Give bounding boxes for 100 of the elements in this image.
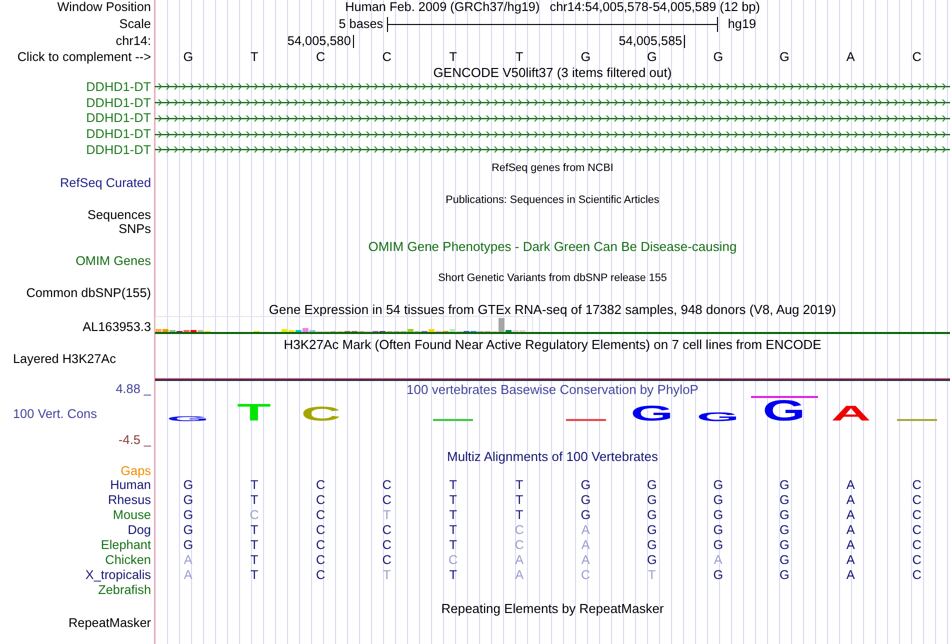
track-title: Publications: Sequences in Scientific Articles [446, 194, 660, 206]
aligned-base: C [382, 492, 392, 508]
axis-max-label: 4.88 _ [116, 382, 151, 396]
aligned-base: A [581, 522, 590, 538]
base-letter[interactable]: T [250, 50, 258, 65]
aligned-base: T [250, 568, 258, 583]
aligned-base: G [779, 478, 790, 493]
aligned-base: C [912, 552, 922, 568]
row-label: Scale [119, 16, 151, 32]
aligned-base: G [646, 552, 657, 568]
aligned-base: A [515, 552, 524, 568]
aligned-base: T [382, 568, 391, 583]
assembly-name: Human Feb. 2009 (GRCh37/hg19) [345, 0, 540, 15]
aligned-base: T [515, 492, 524, 508]
aligned-base: C [316, 478, 326, 493]
gene-label[interactable]: DDHD1-DT [86, 111, 151, 126]
aligned-base: C [581, 568, 590, 583]
aligned-base: A [515, 568, 524, 583]
base-letter[interactable]: G [646, 50, 657, 65]
aligned-base: G [779, 522, 790, 538]
species-label: Zebrafish [98, 583, 151, 598]
row-label: Click to complement --> [17, 50, 151, 65]
base-letter[interactable]: A [846, 50, 855, 65]
aligned-base: C [316, 552, 326, 568]
track-label[interactable]: RepeatMasker [68, 616, 151, 630]
aligned-base: A [184, 568, 192, 583]
aligned-base: A [846, 508, 855, 523]
species-label: Human [110, 478, 151, 492]
aligned-base: T [515, 478, 524, 493]
aligned-base: T [449, 568, 457, 583]
aligned-base: G [183, 508, 194, 523]
aligned-base: C [912, 522, 922, 538]
logo-letter: G [763, 399, 806, 421]
base-letter[interactable]: C [912, 50, 922, 65]
aligned-base: G [580, 492, 591, 508]
base-letter[interactable]: G [713, 50, 724, 65]
base-letter[interactable]: G [183, 50, 194, 65]
track-label[interactable]: RefSeq Curated [60, 176, 151, 190]
aligned-base: C [514, 538, 524, 553]
aligned-base: C [316, 508, 326, 523]
track-title: RefSeq genes from NCBI [492, 162, 614, 174]
row-label: chr14: [116, 34, 151, 49]
aligned-base: G [779, 508, 790, 523]
base-letter[interactable]: C [382, 50, 392, 65]
position-range: chr14:54,005,578-54,005,589 (12 bp) [550, 0, 760, 15]
aligned-base: A [714, 552, 722, 568]
aligned-base: G [713, 508, 724, 523]
track-label[interactable]: Layered H3K27Ac [13, 352, 116, 366]
aligned-base: G [183, 522, 194, 538]
aligned-base: G [646, 478, 657, 493]
track-title: Multiz Alignments of 100 Vertebrates [446, 448, 658, 464]
aligned-base: G [779, 492, 790, 508]
aligned-base: A [184, 552, 192, 568]
logo-letter: G [630, 405, 673, 421]
gene-label[interactable]: DDHD1-DT [86, 127, 151, 142]
aligned-base: G [646, 522, 657, 538]
assembly-label: hg19 [728, 16, 756, 32]
gene-label[interactable]: DDHD1-DT [86, 96, 151, 110]
aligned-base: C [382, 538, 392, 553]
aligned-base: C [250, 508, 259, 523]
track-title: GENCODE V50lift37 (3 items filtered out) [433, 65, 672, 80]
row-label: Window Position [57, 0, 151, 15]
aligned-base: T [515, 508, 524, 523]
aligned-base: G [779, 568, 790, 583]
logo-letter: G [697, 412, 740, 421]
aligned-base: T [250, 522, 258, 538]
aligned-base: C [912, 538, 922, 553]
aligned-base: T [250, 538, 258, 553]
aligned-base: T [250, 492, 258, 508]
base-letter[interactable]: G [580, 50, 591, 65]
track-label[interactable]: Sequences [88, 208, 151, 222]
track-label[interactable]: OMIM Genes [76, 254, 151, 268]
base-letter[interactable]: C [316, 50, 326, 65]
aligned-base: A [846, 552, 855, 568]
base-letter[interactable]: T [449, 50, 457, 65]
aligned-base: C [316, 522, 326, 538]
aligned-base: C [912, 478, 922, 493]
gene-label[interactable]: DDHD1-DT [86, 142, 151, 157]
track-label[interactable]: 100 Vert. Cons [13, 407, 97, 422]
track-label[interactable]: AL163953.3 [82, 320, 151, 334]
species-label: Dog [128, 523, 151, 538]
track-label[interactable]: SNPs [118, 222, 151, 236]
gene-label[interactable]: DDHD1-DT [86, 80, 151, 94]
base-letter[interactable]: G [779, 50, 790, 65]
aligned-base: C [382, 552, 392, 568]
aligned-base: G [713, 492, 724, 508]
aligned-base: G [580, 508, 591, 523]
aligned-base: C [382, 522, 392, 538]
axis-min-label: -4.5 _ [118, 432, 151, 447]
aligned-base: T [449, 522, 457, 538]
aligned-base: C [316, 568, 326, 583]
aligned-base: G [713, 522, 724, 538]
species-label: Rhesus [108, 493, 151, 508]
aligned-base: A [846, 492, 855, 508]
aligned-base: C [912, 568, 922, 583]
track-label[interactable]: Common dbSNP(155) [26, 286, 151, 300]
aligned-base: A [846, 522, 855, 538]
base-letter[interactable]: T [515, 50, 524, 65]
aligned-base: G [779, 552, 790, 568]
aligned-base: C [382, 478, 392, 493]
